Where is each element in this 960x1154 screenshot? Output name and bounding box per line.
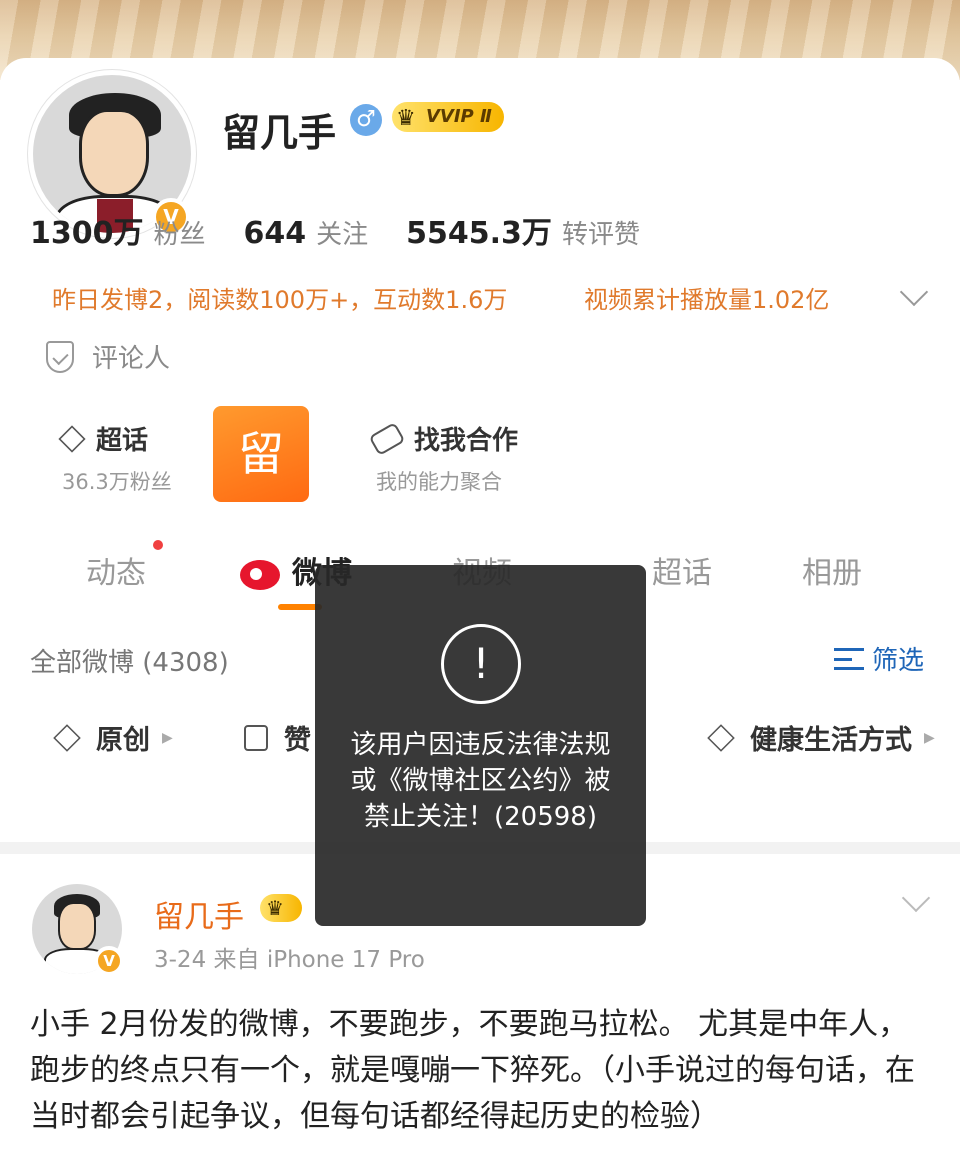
all-weibo-count[interactable]: 全部微博 (4308) xyxy=(30,642,229,679)
cooperation-sub: 我的能力聚合 xyxy=(376,470,502,494)
tab-dynamics[interactable]: 动态 xyxy=(86,548,146,592)
following-label[interactable]: 关注 xyxy=(316,214,368,251)
chaohua-tile[interactable]: 留 xyxy=(213,406,309,502)
male-icon: ♂ xyxy=(350,104,382,136)
layers-icon xyxy=(53,723,81,752)
handshake-icon xyxy=(368,421,406,456)
post-author-name[interactable]: 留几手 xyxy=(154,892,244,936)
fans-count[interactable]: 1300万 xyxy=(30,208,144,252)
error-toast: ! 该用户因违反法律法规或《微博社区公约》被禁止关注！(20598) xyxy=(315,565,646,926)
chip-original-label: 原创 xyxy=(96,725,150,756)
chip-original[interactable]: 原创 ▶ xyxy=(53,718,173,757)
warning-icon: ! xyxy=(441,624,521,704)
chip-likes[interactable]: 赞 xyxy=(244,718,311,757)
tab-chaohua[interactable]: 超话 xyxy=(652,548,712,592)
weibo-logo-icon xyxy=(240,559,280,590)
expand-summary-chevron-icon[interactable] xyxy=(899,277,929,307)
tab-album[interactable]: 相册 xyxy=(802,548,862,592)
post-more-chevron-icon[interactable] xyxy=(901,883,931,913)
shield-check-icon xyxy=(46,340,74,373)
fans-label[interactable]: 粉丝 xyxy=(154,214,206,251)
chip-likes-label: 赞 xyxy=(284,725,311,756)
chip-health-label: 健康生活方式 xyxy=(750,725,912,756)
post-verified-badge-icon: V xyxy=(94,946,124,976)
filter-button[interactable]: 筛选 xyxy=(834,640,924,677)
thumb-up-icon xyxy=(244,724,268,751)
toast-message: 该用户因违反法律法规或《微博社区公约》被禁止关注！(20598) xyxy=(350,730,611,832)
chaohua-title: 超话 xyxy=(96,426,149,456)
video-play-summary: 视频累计播放量1.02亿 xyxy=(584,286,830,314)
crown-icon: ♛ xyxy=(396,106,416,131)
vvip-label: VVIP Ⅱ xyxy=(426,106,492,127)
following-count[interactable]: 644 xyxy=(244,216,307,251)
avatar-face xyxy=(79,109,149,197)
tab-chaohua-label: 超话 xyxy=(652,556,712,591)
post-text: 小手 2月份发的微博，不要跑步，不要跑马拉松。 尤其是中年人，跑步的终点只有一个… xyxy=(30,1007,915,1134)
caret-right-icon: ▶ xyxy=(924,729,935,746)
yesterday-summary: 昨日发博2，阅读数100万+，互动数1.6万 xyxy=(52,286,508,314)
filter-label: 筛选 xyxy=(872,646,925,676)
tab-album-label: 相册 xyxy=(802,556,862,591)
filter-icon xyxy=(834,647,864,670)
interactions-label: 转评赞 xyxy=(561,220,640,250)
cooperation-title: 找我合作 xyxy=(414,426,519,456)
post-vip-crown-icon: ♛ xyxy=(260,894,302,922)
tab-dynamics-label: 动态 xyxy=(86,556,146,591)
diamond-icon xyxy=(58,424,86,453)
vvip-badge[interactable]: ♛ VVIP Ⅱ xyxy=(392,102,504,132)
commenter-tag[interactable]: 评论人 xyxy=(46,338,170,375)
interactions-count: 5545.3万 xyxy=(406,216,552,251)
layers-icon xyxy=(707,723,735,752)
unread-dot xyxy=(153,540,163,550)
post-meta: 3-24 来自 iPhone 17 Pro xyxy=(154,947,425,973)
profile-stats: 1300万 粉丝 644 关注 5545.3万 转评赞 xyxy=(30,208,678,252)
profile-name: 留几手 xyxy=(222,111,337,155)
chaohua-fans: 36.3万粉丝 xyxy=(62,470,172,494)
cooperation-entry[interactable]: 找我合作 xyxy=(368,420,519,457)
chaohua-entry[interactable]: 超话 xyxy=(58,420,149,457)
commenter-label: 评论人 xyxy=(92,344,171,374)
caret-right-icon: ▶ xyxy=(162,729,173,746)
chip-health[interactable]: 健康生活方式 ▶ xyxy=(707,718,935,757)
